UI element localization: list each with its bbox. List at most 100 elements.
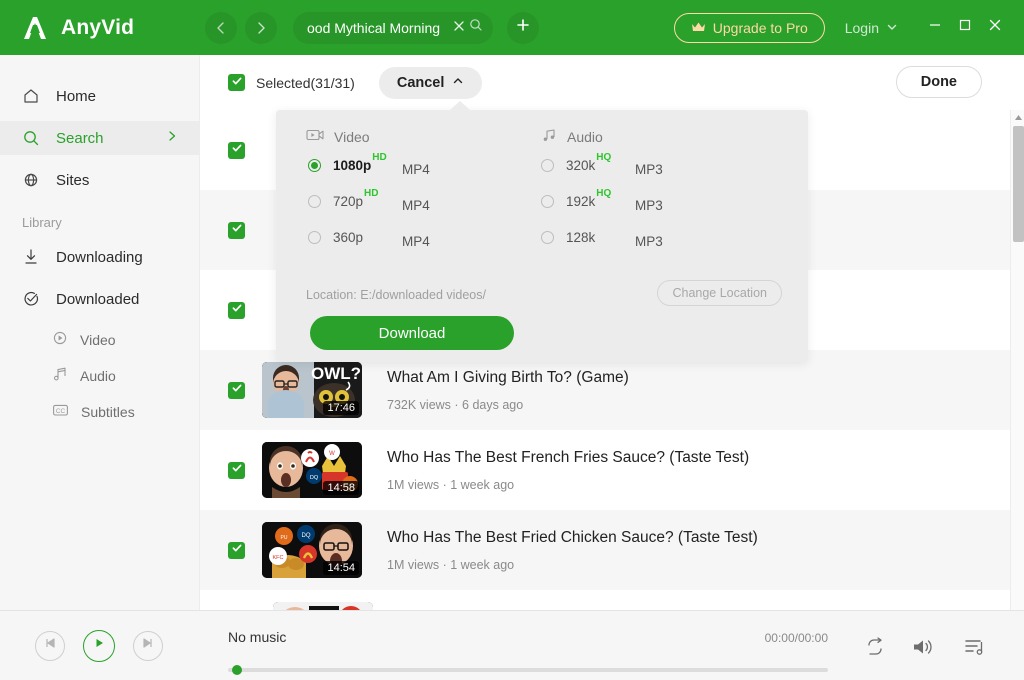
radio-button[interactable] <box>541 195 554 208</box>
selected-count-label: Selected(31/31) <box>256 74 355 91</box>
scrollbar-thumb[interactable] <box>1013 126 1024 242</box>
player-bar: No music 00:00/00:00 <box>0 610 1024 680</box>
volume-button[interactable] <box>912 637 934 662</box>
table-row[interactable]: W DQ BK 14:58 Who Has The Best French Fr… <box>200 430 1010 510</box>
radio-button[interactable] <box>308 159 321 172</box>
minimize-icon <box>928 18 942 37</box>
sidebar-group-library: Library <box>22 215 62 230</box>
sidebar-item-label: Downloading <box>56 248 143 266</box>
table-row[interactable]: OWL? 17:46 What Am I Giving Birth To? (G… <box>200 350 1010 430</box>
forward-button[interactable] <box>245 11 277 44</box>
video-option-360p[interactable]: 360p <box>308 230 363 245</box>
add-tab-button[interactable] <box>507 11 539 44</box>
maximize-button[interactable] <box>950 13 980 43</box>
row-checkbox[interactable] <box>228 301 245 319</box>
table-row[interactable] <box>200 590 1010 610</box>
row-checkbox[interactable] <box>228 141 245 159</box>
select-all-checkbox[interactable] <box>228 74 245 91</box>
row-checkbox[interactable] <box>228 541 245 559</box>
option-format: MP4 <box>402 162 430 177</box>
video-column-header: Video <box>306 128 370 145</box>
audio-option-320k[interactable]: 320k HQ <box>541 152 612 173</box>
download-options-panel: Video Audio 1080p HD MP4 720p HD MP4 360… <box>276 101 808 362</box>
next-button[interactable] <box>133 630 163 661</box>
video-meta: Who Has The Best Fried Chicken Sauce? (T… <box>387 528 758 572</box>
chevron-right-icon <box>167 129 177 147</box>
video-meta: What Am I Giving Birth To? (Game) 732K v… <box>387 368 629 412</box>
vertical-scrollbar[interactable] <box>1010 110 1024 665</box>
option-format: MP3 <box>635 234 663 249</box>
audio-option-192k[interactable]: 192k HQ <box>541 188 611 209</box>
option-name: 1080p HD <box>333 152 387 173</box>
previous-button[interactable] <box>35 630 65 661</box>
radio-button[interactable] <box>308 231 321 244</box>
sidebar-item-subtitles[interactable]: CC Subtitles <box>0 396 199 428</box>
repeat-button[interactable] <box>865 637 885 662</box>
sidebar-item-downloading[interactable]: Downloading <box>0 240 199 274</box>
row-checkbox[interactable] <box>228 221 245 239</box>
play-circle-icon <box>52 330 68 351</box>
upgrade-to-pro-button[interactable]: Upgrade to Pro <box>673 12 825 43</box>
radio-button[interactable] <box>308 195 321 208</box>
play-button[interactable] <box>83 629 115 662</box>
close-icon[interactable] <box>453 19 465 37</box>
music-note-icon <box>52 366 68 387</box>
done-button[interactable]: Done <box>895 66 982 98</box>
svg-text:OWL?: OWL? <box>311 364 361 383</box>
sidebar-item-search[interactable]: Search <box>0 121 199 155</box>
row-checkbox[interactable] <box>228 461 245 479</box>
table-row[interactable]: PU DQ KFC 14:54 Who Has The Best Fried C… <box>200 510 1010 590</box>
row-checkbox[interactable] <box>228 381 245 399</box>
playlist-button[interactable] <box>964 637 986 662</box>
close-button[interactable] <box>980 13 1010 43</box>
checkmark-icon <box>231 74 243 92</box>
sidebar-item-sites[interactable]: Sites <box>0 163 199 197</box>
search-input[interactable]: ood Mythical Morning <box>307 20 449 36</box>
search-icon <box>22 129 46 147</box>
chevron-up-icon <box>452 75 464 91</box>
sidebar-item-video[interactable]: Video <box>0 324 199 356</box>
video-thumbnail[interactable]: W DQ BK 14:58 <box>262 442 362 498</box>
cancel-button[interactable]: Cancel <box>378 66 483 99</box>
radio-button[interactable] <box>541 231 554 244</box>
closed-caption-icon: CC <box>52 402 69 423</box>
video-title[interactable]: Who Has The Best Fried Chicken Sauce? (T… <box>387 528 758 548</box>
sidebar-item-downloaded[interactable]: Downloaded <box>0 282 199 316</box>
option-name: 320k HQ <box>566 152 612 173</box>
login-label: Login <box>844 19 879 36</box>
login-menu[interactable]: Login <box>845 20 898 36</box>
video-option-720p[interactable]: 720p HD <box>308 188 379 209</box>
radio-button[interactable] <box>541 159 554 172</box>
search-tab[interactable]: ood Mythical Morning <box>293 11 493 44</box>
sidebar-item-home[interactable]: Home <box>0 79 199 113</box>
video-meta: Who Has The Best French Fries Sauce? (Ta… <box>387 448 749 492</box>
skip-previous-icon <box>43 636 57 655</box>
audio-option-128k[interactable]: 128k <box>541 230 595 245</box>
video-title[interactable]: Who Has The Best French Fries Sauce? (Ta… <box>387 448 749 468</box>
video-title[interactable]: What Am I Giving Birth To? (Game) <box>387 368 629 388</box>
quality-badge: HQ <box>596 188 612 199</box>
download-label: Download <box>378 324 446 342</box>
progress-handle[interactable] <box>232 665 242 675</box>
video-thumbnail[interactable] <box>273 602 373 610</box>
sidebar-item-label: Subtitles <box>81 404 135 420</box>
back-button[interactable] <box>205 11 237 44</box>
video-thumbnail[interactable]: PU DQ KFC 14:54 <box>262 522 362 578</box>
playlist-icon <box>964 640 986 661</box>
change-location-button[interactable]: Change Location <box>657 280 782 306</box>
video-thumbnail[interactable]: OWL? 17:46 <box>262 362 362 418</box>
track-time: 00:00/00:00 <box>764 631 828 645</box>
brand: AnyVid <box>20 13 205 43</box>
done-label: Done <box>920 74 957 90</box>
scroll-up-button[interactable] <box>1011 110 1024 124</box>
play-icon <box>92 636 106 655</box>
checkmark-icon <box>231 141 243 159</box>
download-button[interactable]: Download <box>310 316 514 350</box>
sidebar-item-audio[interactable]: Audio <box>0 360 199 392</box>
search-icon[interactable] <box>469 18 483 37</box>
minimize-button[interactable] <box>920 13 950 43</box>
progress-bar[interactable] <box>228 665 828 675</box>
change-location-label: Change Location <box>672 286 767 300</box>
video-option-1080p[interactable]: 1080p HD <box>308 152 387 173</box>
chevron-right-icon <box>254 21 268 35</box>
